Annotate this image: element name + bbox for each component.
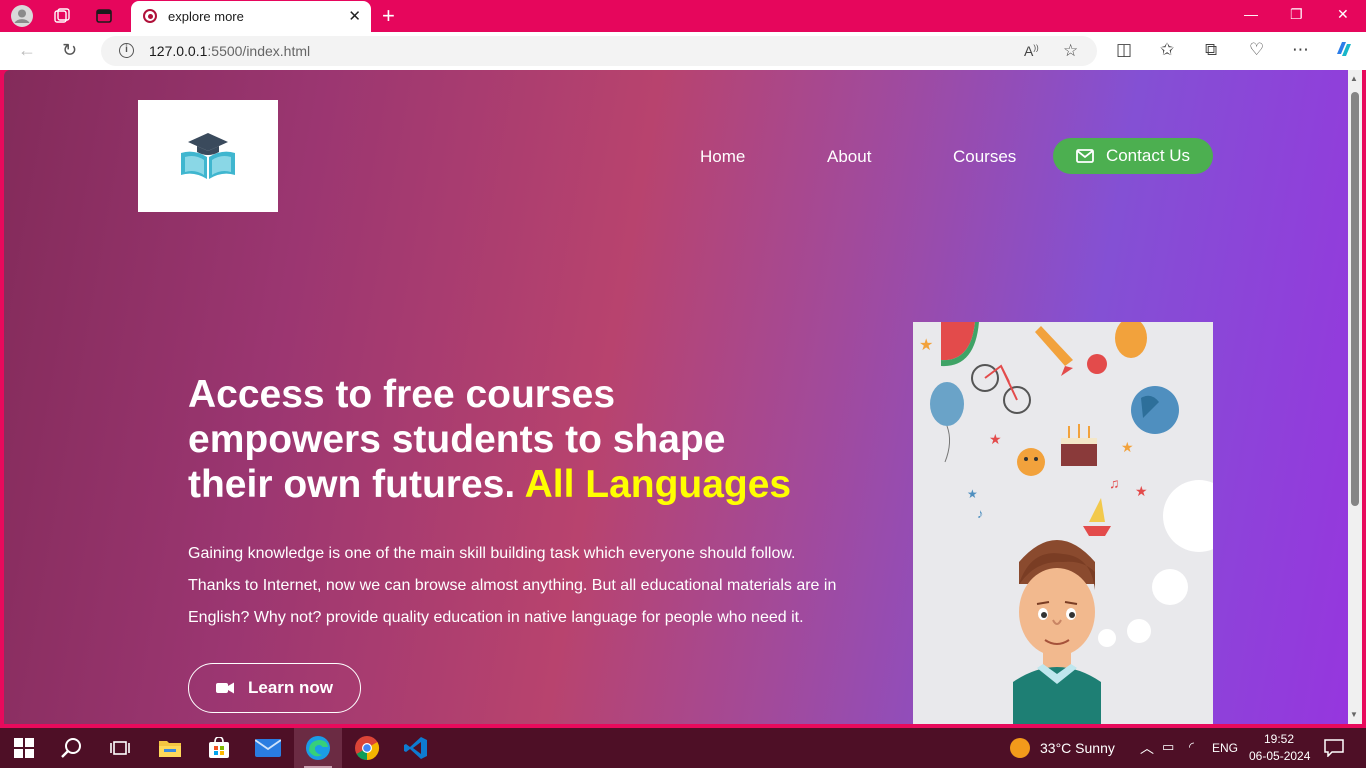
new-tab-icon[interactable]: + — [382, 3, 395, 29]
nav-home[interactable]: Home — [700, 147, 745, 167]
hero-paragraph: Gaining knowledge is one of the main ski… — [188, 545, 837, 626]
notifications-icon[interactable] — [1320, 734, 1348, 762]
page-viewport: Home About Courses Contact Us Access to … — [4, 70, 1348, 724]
contact-us-label: Contact Us — [1105, 146, 1191, 165]
svg-text:★: ★ — [1135, 483, 1148, 499]
hero-title: Access to free courses empowers students… — [188, 372, 848, 507]
window-close-icon[interactable]: ✕ — [1337, 6, 1349, 23]
read-aloud-icon[interactable]: A)) — [1024, 43, 1039, 59]
active-tab[interactable]: explore more ✕ — [131, 1, 371, 32]
microsoft-store-icon[interactable] — [205, 734, 233, 762]
scroll-up-icon[interactable]: ▲ — [1350, 74, 1358, 83]
svg-text:★: ★ — [989, 431, 1002, 447]
minimize-icon[interactable]: — — [1244, 6, 1258, 22]
svg-text:♪: ♪ — [977, 506, 984, 521]
windows-start-icon[interactable] — [10, 734, 38, 762]
back-icon[interactable]: ← — [18, 40, 36, 61]
graduation-book-icon — [181, 133, 235, 179]
svg-text:♫: ♫ — [1109, 475, 1120, 491]
chrome-icon[interactable] — [353, 734, 381, 762]
hero-title-highlight: All Languages — [524, 463, 792, 506]
hero-title-line2: empowers students to shape — [188, 418, 726, 461]
nav-about[interactable]: About — [827, 147, 871, 167]
svg-text:★: ★ — [967, 487, 978, 501]
task-view-icon[interactable] — [106, 734, 134, 762]
page-scrollbar[interactable]: ▲ ▼ — [1348, 70, 1362, 724]
language-indicator[interactable]: ENG — [1212, 741, 1238, 755]
learn-now-label: Learn now — [247, 678, 333, 697]
browser-essentials-icon[interactable]: ♡ — [1249, 40, 1264, 60]
collections-icon[interactable]: ⧉ — [1205, 40, 1217, 60]
mail-icon[interactable] — [254, 734, 282, 762]
scroll-down-icon[interactable]: ▼ — [1350, 710, 1358, 719]
tab-favicon-icon — [143, 9, 157, 23]
vscode-icon[interactable] — [402, 734, 430, 762]
tab-close-icon[interactable]: ✕ — [348, 7, 361, 25]
svg-text:★: ★ — [1121, 439, 1134, 455]
favorite-star-icon[interactable]: ☆ — [1063, 41, 1078, 61]
hero-illustration: ★ ★ ★ ★ ★ ♫ ♪ — [913, 322, 1213, 724]
clock-time[interactable]: 19:52 — [1264, 732, 1294, 746]
weather-sun-icon[interactable] — [1006, 734, 1034, 762]
url-text[interactable]: 127.0.0.1:5500/index.html — [149, 43, 310, 59]
refresh-icon[interactable]: ↻ — [62, 40, 77, 61]
scroll-thumb[interactable] — [1351, 92, 1359, 506]
file-explorer-icon[interactable] — [156, 734, 184, 762]
learn-now-button[interactable]: Learn now — [188, 663, 361, 713]
profile-icon[interactable] — [10, 4, 34, 28]
search-icon[interactable] — [58, 734, 86, 762]
tab-actions-icon[interactable] — [92, 4, 116, 28]
browser-tab-bar: explore more ✕ + — ❐ ✕ — [0, 0, 1366, 32]
hero-title-line3: their own futures. — [188, 463, 516, 506]
address-toolbar: ← ↻ i 127.0.0.1:5500/index.html A)) ☆ ◫ … — [0, 32, 1366, 70]
windows-taskbar: 33°C Sunny ︿ ▭ ◜ ENG 19:52 06-05-2024 — [0, 728, 1366, 768]
wifi-icon[interactable]: ◜ — [1189, 739, 1194, 755]
nav-courses[interactable]: Courses — [953, 147, 1016, 167]
weather-text[interactable]: 33°C Sunny — [1040, 740, 1115, 756]
split-screen-icon[interactable]: ◫ — [1116, 40, 1132, 60]
copilot-icon[interactable] — [1333, 38, 1355, 65]
battery-icon[interactable]: ▭ — [1162, 739, 1174, 755]
restore-icon[interactable]: ❐ — [1290, 6, 1303, 23]
video-camera-icon — [215, 682, 234, 694]
site-logo[interactable] — [138, 100, 278, 212]
more-menu-icon[interactable]: ⋯ — [1292, 40, 1309, 60]
site-info-icon[interactable]: i — [119, 43, 134, 58]
tab-title: explore more — [168, 9, 244, 24]
favorites-icon[interactable]: ✩ — [1160, 40, 1174, 60]
address-bar[interactable]: i 127.0.0.1:5500/index.html A)) ☆ — [101, 36, 1097, 66]
edge-browser-icon[interactable] — [304, 734, 332, 762]
hero-title-line1: Access to free courses — [188, 373, 616, 416]
contact-us-button[interactable]: Contact Us — [1053, 138, 1213, 174]
show-hidden-icons-icon[interactable]: ︿ — [1140, 738, 1154, 758]
workspaces-icon[interactable] — [50, 4, 74, 28]
svg-text:★: ★ — [919, 337, 933, 354]
clock-date[interactable]: 06-05-2024 — [1249, 749, 1310, 763]
envelope-icon — [1076, 149, 1094, 163]
